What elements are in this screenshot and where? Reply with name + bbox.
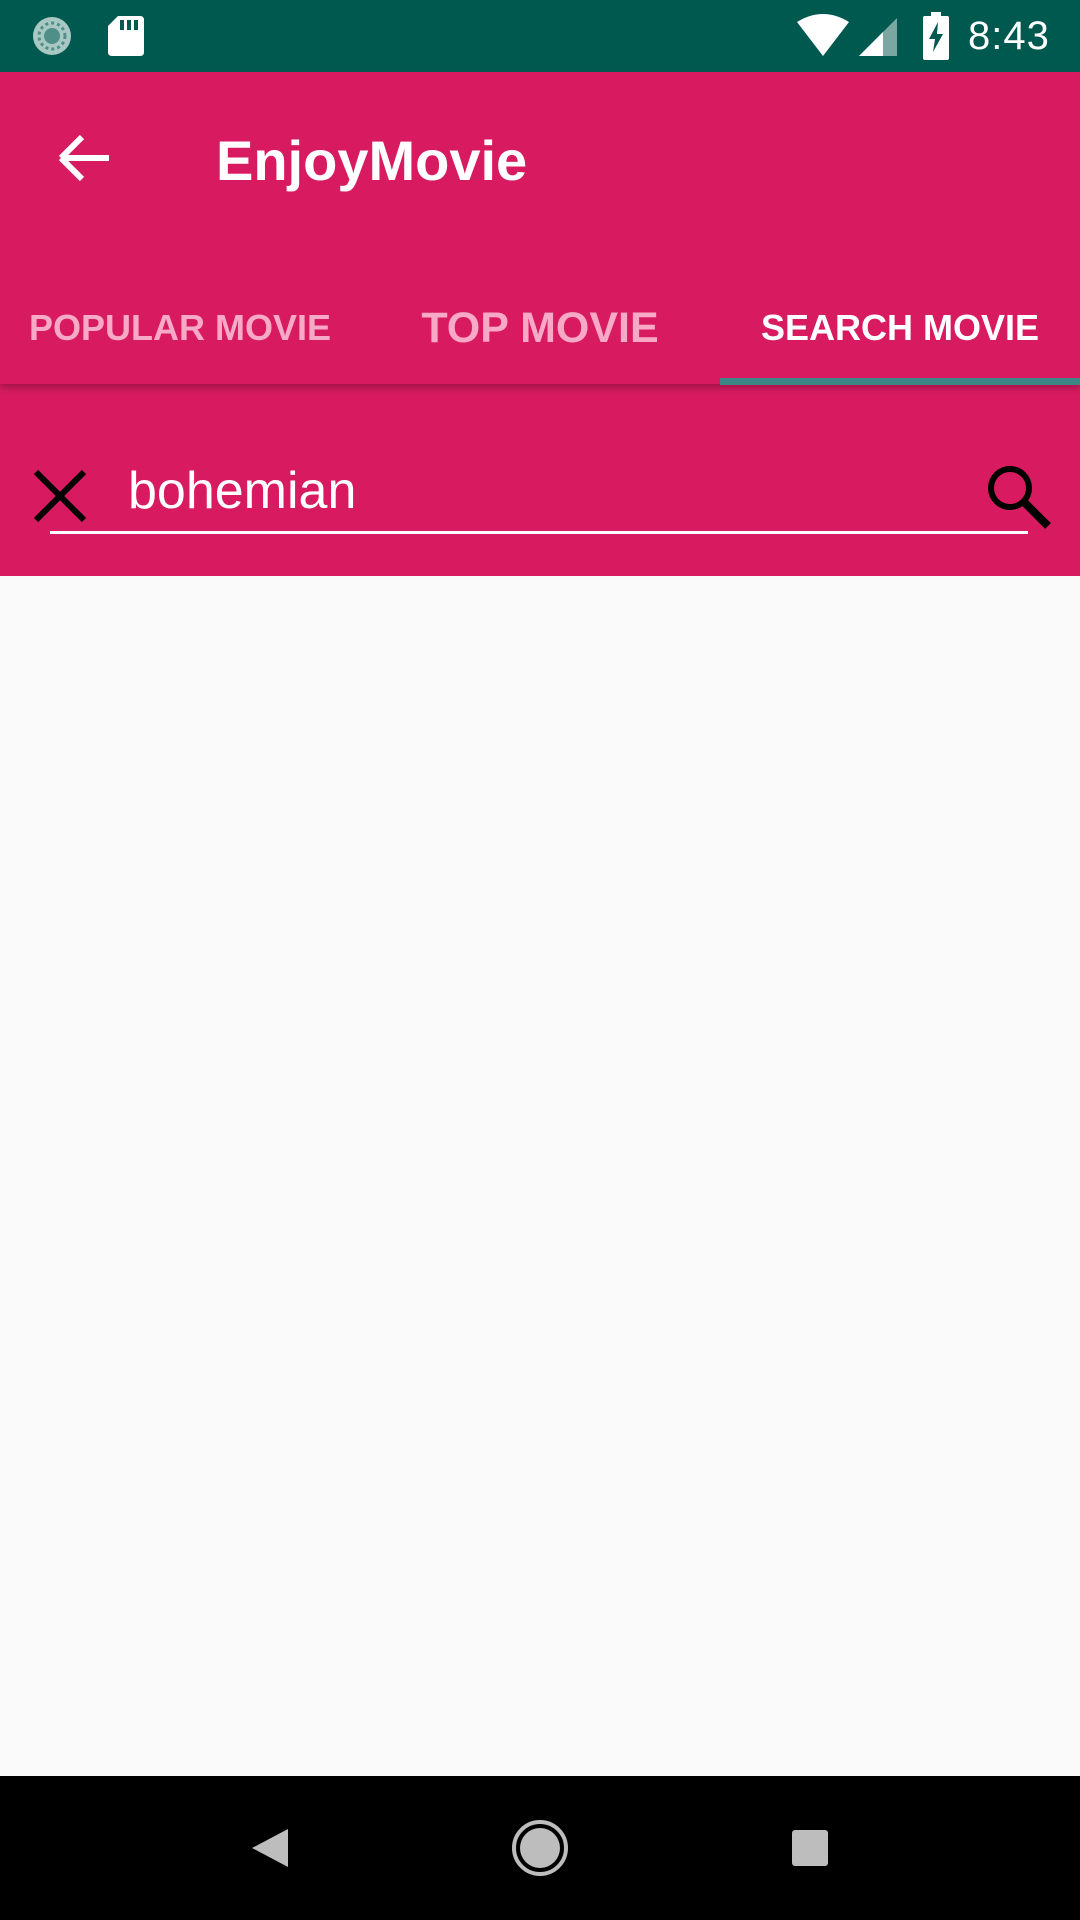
search-button[interactable] (980, 458, 1056, 534)
nav-recents-icon (792, 1830, 828, 1866)
status-time: 8:43 (968, 14, 1050, 58)
app-title: EnjoyMovie (216, 129, 528, 192)
tab-search-movie[interactable]: SEARCH MOVIE (720, 272, 1080, 384)
nav-recents-button[interactable] (774, 1812, 846, 1884)
back-button[interactable] (50, 126, 120, 190)
tab-bar: POPULAR MOVIE TOP MOVIE SEARCH MOVIE (0, 272, 1080, 384)
battery-charging-icon (923, 12, 949, 60)
search-results (0, 576, 1080, 1776)
status-bar: 8:43 (0, 0, 1080, 72)
clear-search-button[interactable] (28, 464, 92, 528)
tab-indicator (720, 378, 1080, 385)
nav-home-button[interactable] (504, 1812, 576, 1884)
app-bar: EnjoyMovie POPULAR MOVIE TOP MOVIE SEARC… (0, 72, 1080, 385)
search-icon (988, 466, 1051, 529)
nav-home-icon (512, 1820, 568, 1876)
navigation-bar (0, 1776, 1080, 1920)
search-bar (0, 384, 1080, 576)
tab-top-movie[interactable]: TOP MOVIE (360, 272, 720, 384)
wifi-icon (797, 14, 849, 56)
close-icon (33, 469, 87, 523)
screen: 8:43 EnjoyMovie POPULAR MOVIE TOP MOVIE … (0, 0, 1080, 1920)
sd-card-icon (108, 16, 144, 56)
nav-back-button[interactable] (234, 1812, 306, 1884)
sync-icon (33, 17, 71, 55)
arrow-back-icon (58, 134, 109, 182)
search-input[interactable] (50, 450, 1028, 534)
tab-popular-movie[interactable]: POPULAR MOVIE (0, 272, 360, 384)
cell-signal-icon (859, 18, 897, 56)
nav-back-icon (252, 1829, 288, 1867)
